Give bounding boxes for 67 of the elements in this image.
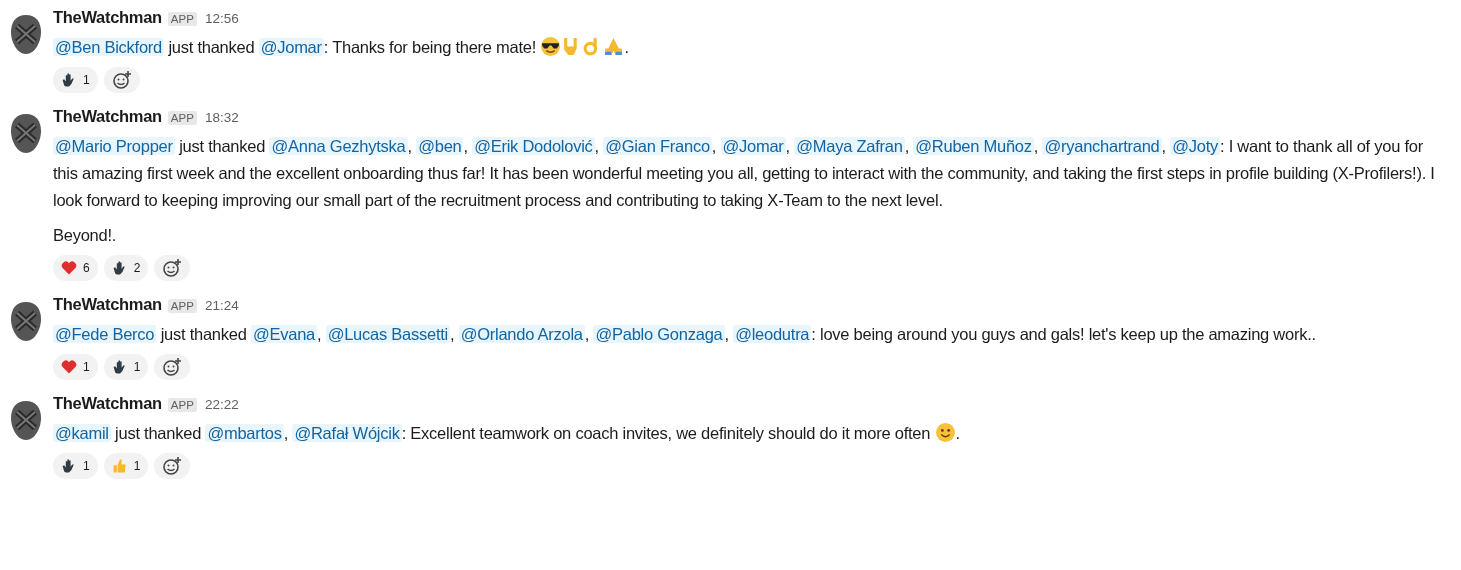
user-mention[interactable]: @Gian Franco bbox=[603, 137, 712, 155]
user-mention[interactable]: @ryanchartrand bbox=[1042, 137, 1162, 155]
user-mention[interactable]: @ben bbox=[416, 137, 464, 155]
sunglasses-face-icon bbox=[540, 36, 562, 57]
add-reaction-button[interactable] bbox=[154, 453, 191, 479]
hand-icon bbox=[111, 260, 128, 276]
masked-head-avatar[interactable] bbox=[8, 400, 44, 442]
hand-icon bbox=[61, 458, 77, 474]
timestamp[interactable]: 18:32 bbox=[204, 110, 239, 125]
message-text: @Ben Bickford just thanked @Jomar: Thanks for being there mate! . bbox=[53, 35, 630, 59]
add-emoji-icon bbox=[162, 357, 183, 377]
hand-icon bbox=[111, 359, 128, 375]
masked-head-avatar[interactable] bbox=[8, 301, 44, 343]
user-mention[interactable]: @Rafał Wójcik bbox=[292, 424, 402, 442]
app-badge: APP bbox=[167, 12, 197, 26]
user-mention[interactable]: @Jomar bbox=[720, 137, 786, 155]
reaction-button[interactable]: 1 bbox=[103, 354, 149, 380]
user-mention[interactable]: @Anna Gezhytska bbox=[269, 137, 408, 155]
heart-icon bbox=[61, 359, 77, 375]
user-mention[interactable]: @Ruben Muñoz bbox=[913, 137, 1034, 155]
user-mention[interactable]: @Jomar bbox=[258, 38, 324, 56]
add-emoji-icon bbox=[162, 258, 183, 278]
timestamp[interactable]: 22:22 bbox=[204, 397, 239, 412]
app-badge: APP bbox=[167, 111, 197, 125]
user-mention[interactable]: @leodutra bbox=[733, 325, 812, 343]
user-mention[interactable]: @mbartos bbox=[205, 424, 284, 442]
timestamp[interactable]: 21:24 bbox=[204, 298, 239, 313]
user-mention[interactable]: @Erik Dodolović bbox=[472, 137, 595, 155]
add-emoji-icon bbox=[111, 70, 132, 90]
add-reaction-button[interactable] bbox=[154, 255, 191, 281]
reaction-button[interactable]: 6 bbox=[53, 255, 98, 281]
reaction-button[interactable]: 1 bbox=[53, 354, 98, 380]
add-emoji-icon bbox=[162, 456, 183, 476]
thumbs-up-icon bbox=[111, 458, 128, 474]
add-reaction-button[interactable] bbox=[103, 67, 140, 93]
add-reaction-button[interactable] bbox=[154, 354, 191, 380]
message-text: @kamil just thanked @mbartos, @Rafał Wójcik: Excellent teamwork on coach invites, we definitely should do it more often . bbox=[53, 421, 961, 445]
user-mention[interactable]: @Maya Zafran bbox=[794, 137, 905, 155]
user-mention[interactable]: @Joty bbox=[1170, 137, 1220, 155]
hand-icon bbox=[61, 72, 77, 88]
user-mention[interactable]: @Ben Bickford bbox=[53, 38, 165, 56]
reaction-button[interactable]: 2 bbox=[103, 255, 149, 281]
heart-icon bbox=[61, 260, 77, 276]
message-text: Beyond!. bbox=[53, 225, 118, 246]
reaction-button[interactable]: 1 bbox=[103, 453, 149, 479]
user-mention[interactable]: @Fede Berco bbox=[53, 325, 157, 343]
app-badge: APP bbox=[167, 299, 197, 313]
author-name[interactable]: TheWatchman bbox=[53, 295, 162, 314]
user-mention[interactable]: @Pablo Gonzaga bbox=[593, 325, 725, 343]
user-mention[interactable]: @Mario Propper bbox=[53, 137, 175, 155]
author-name[interactable]: TheWatchman bbox=[53, 8, 162, 27]
app-badge: APP bbox=[167, 398, 197, 412]
author-name[interactable]: TheWatchman bbox=[53, 394, 162, 413]
message-text: @Fede Berco just thanked @Evana, @Lucas Bassetti, @Orlando Arzola, @Pablo Gonzaga, @leodutra: love being around you guys and gals! let's keep up the amazing work.. bbox=[53, 324, 1317, 345]
praying-hands-icon bbox=[603, 36, 625, 57]
masked-head-avatar[interactable] bbox=[8, 14, 44, 56]
reaction-button[interactable]: 1 bbox=[53, 67, 98, 93]
author-name[interactable]: TheWatchman bbox=[53, 107, 162, 126]
reaction-button[interactable]: 1 bbox=[53, 453, 98, 479]
message-text: @Mario Propper just thanked @Anna Gezhytska, @ben, @Erik Dodolović, @Gian Franco, @Jomar, @Maya Zafran, @Ruben Muñoz, @ryanchartrand, @Joty: I want to thank all of you for this amazing first week and the excellent onboarding thus far! It has been wonderful meeting you all, getting to interact with the community, and taking the first steps in profile building (X-Profilers!). I look forward to keeping improving our small part of the recruitment process and contributing to taking X-Team to the next level. bbox=[53, 136, 1436, 211]
masked-head-avatar[interactable] bbox=[8, 113, 44, 155]
user-mention[interactable]: @kamil bbox=[53, 424, 111, 442]
user-mention[interactable]: @Evana bbox=[250, 325, 317, 343]
user-mention[interactable]: @Orlando Arzola bbox=[458, 325, 585, 343]
user-mention[interactable]: @Lucas Bassetti bbox=[325, 325, 450, 343]
smiling-face-icon bbox=[934, 422, 956, 443]
timestamp[interactable]: 12:56 bbox=[204, 11, 239, 26]
